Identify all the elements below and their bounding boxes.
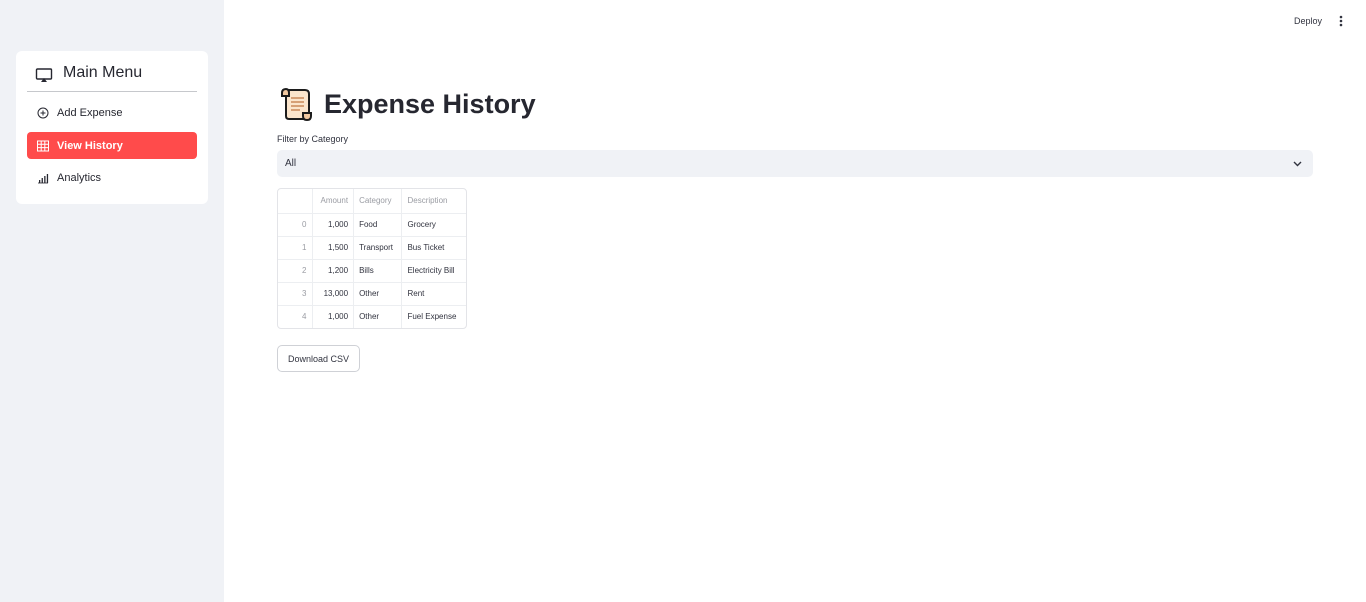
- sidebar-item-label: Add Expense: [57, 106, 123, 119]
- cell-amount[interactable]: 13,000: [312, 282, 355, 306]
- cell-category[interactable]: Food: [353, 213, 403, 237]
- main-menu-card: Main Menu Add Expense View History Analy…: [16, 51, 208, 204]
- row-index: 3: [278, 282, 313, 306]
- filter-label: Filter by Category: [277, 134, 349, 144]
- cell-description[interactable]: Fuel Expense: [402, 305, 466, 328]
- sidebar: Main Menu Add Expense View History Analy…: [0, 0, 224, 602]
- cell-category[interactable]: Other: [353, 305, 403, 328]
- cell-description[interactable]: Bus Ticket: [401, 236, 466, 260]
- sidebar-item-label: View History: [57, 139, 123, 152]
- download-csv-button[interactable]: Download CSV: [277, 345, 360, 372]
- menu-header: Main Menu: [27, 64, 197, 92]
- column-header-amount[interactable]: Amount: [312, 189, 355, 214]
- page-title: Expense History: [324, 89, 536, 119]
- cell-amount[interactable]: 1,000: [312, 213, 355, 237]
- scroll-icon: [281, 87, 312, 122]
- cell-amount[interactable]: 1,500: [312, 236, 355, 260]
- table-row: 4 1,000 Other Fuel Expense: [278, 305, 466, 328]
- sidebar-item-analytics[interactable]: Analytics: [27, 164, 197, 191]
- column-header-category[interactable]: Category: [353, 189, 403, 214]
- column-header-description[interactable]: Description: [401, 189, 466, 214]
- cell-description[interactable]: Grocery: [401, 213, 466, 237]
- cell-amount[interactable]: 1,200: [312, 259, 355, 283]
- bar-chart-icon: [37, 172, 49, 184]
- sidebar-item-label: Analytics: [57, 171, 102, 184]
- menu-title: Main Menu: [63, 64, 143, 81]
- sidebar-item-add-expense[interactable]: Add Expense: [27, 99, 197, 126]
- row-index: 2: [278, 259, 313, 283]
- kebab-icon[interactable]: [1335, 14, 1347, 28]
- plus-circle-icon: [37, 107, 49, 119]
- select-value: All: [285, 158, 297, 169]
- row-index: 0: [278, 213, 313, 237]
- title-row: Expense History: [278, 86, 536, 122]
- table-row: 1 1,500 Transport Bus Ticket: [278, 236, 466, 260]
- row-index: 1: [278, 236, 313, 260]
- chevron-down-icon: [1293, 161, 1302, 167]
- cell-category[interactable]: Transport: [353, 236, 403, 260]
- cell-category[interactable]: Other: [353, 282, 403, 306]
- cell-description[interactable]: Rent: [401, 282, 466, 306]
- row-index: 4: [278, 305, 313, 328]
- cast-icon: [35, 68, 53, 82]
- category-select[interactable]: All: [277, 150, 1313, 177]
- table-row: 0 1,000 Food Grocery: [278, 213, 466, 237]
- table-header-row: Amount Category Description: [278, 189, 466, 214]
- app-root: Main Menu Add Expense View History Analy…: [0, 0, 1366, 602]
- column-header-index: [278, 189, 313, 214]
- cell-category[interactable]: Bills: [353, 259, 403, 283]
- table-row: 3 13,000 Other Rent: [278, 282, 466, 306]
- table-icon: [37, 140, 49, 152]
- sidebar-item-view-history[interactable]: View History: [27, 132, 197, 159]
- expense-table[interactable]: Amount Category Description 0 1,000 Food…: [277, 188, 467, 329]
- deploy-button[interactable]: Deploy: [1290, 14, 1326, 28]
- cell-amount[interactable]: 1,000: [312, 305, 355, 328]
- cell-description[interactable]: Electricity Bill: [401, 259, 466, 283]
- table-row: 2 1,200 Bills Electricity Bill: [278, 259, 466, 283]
